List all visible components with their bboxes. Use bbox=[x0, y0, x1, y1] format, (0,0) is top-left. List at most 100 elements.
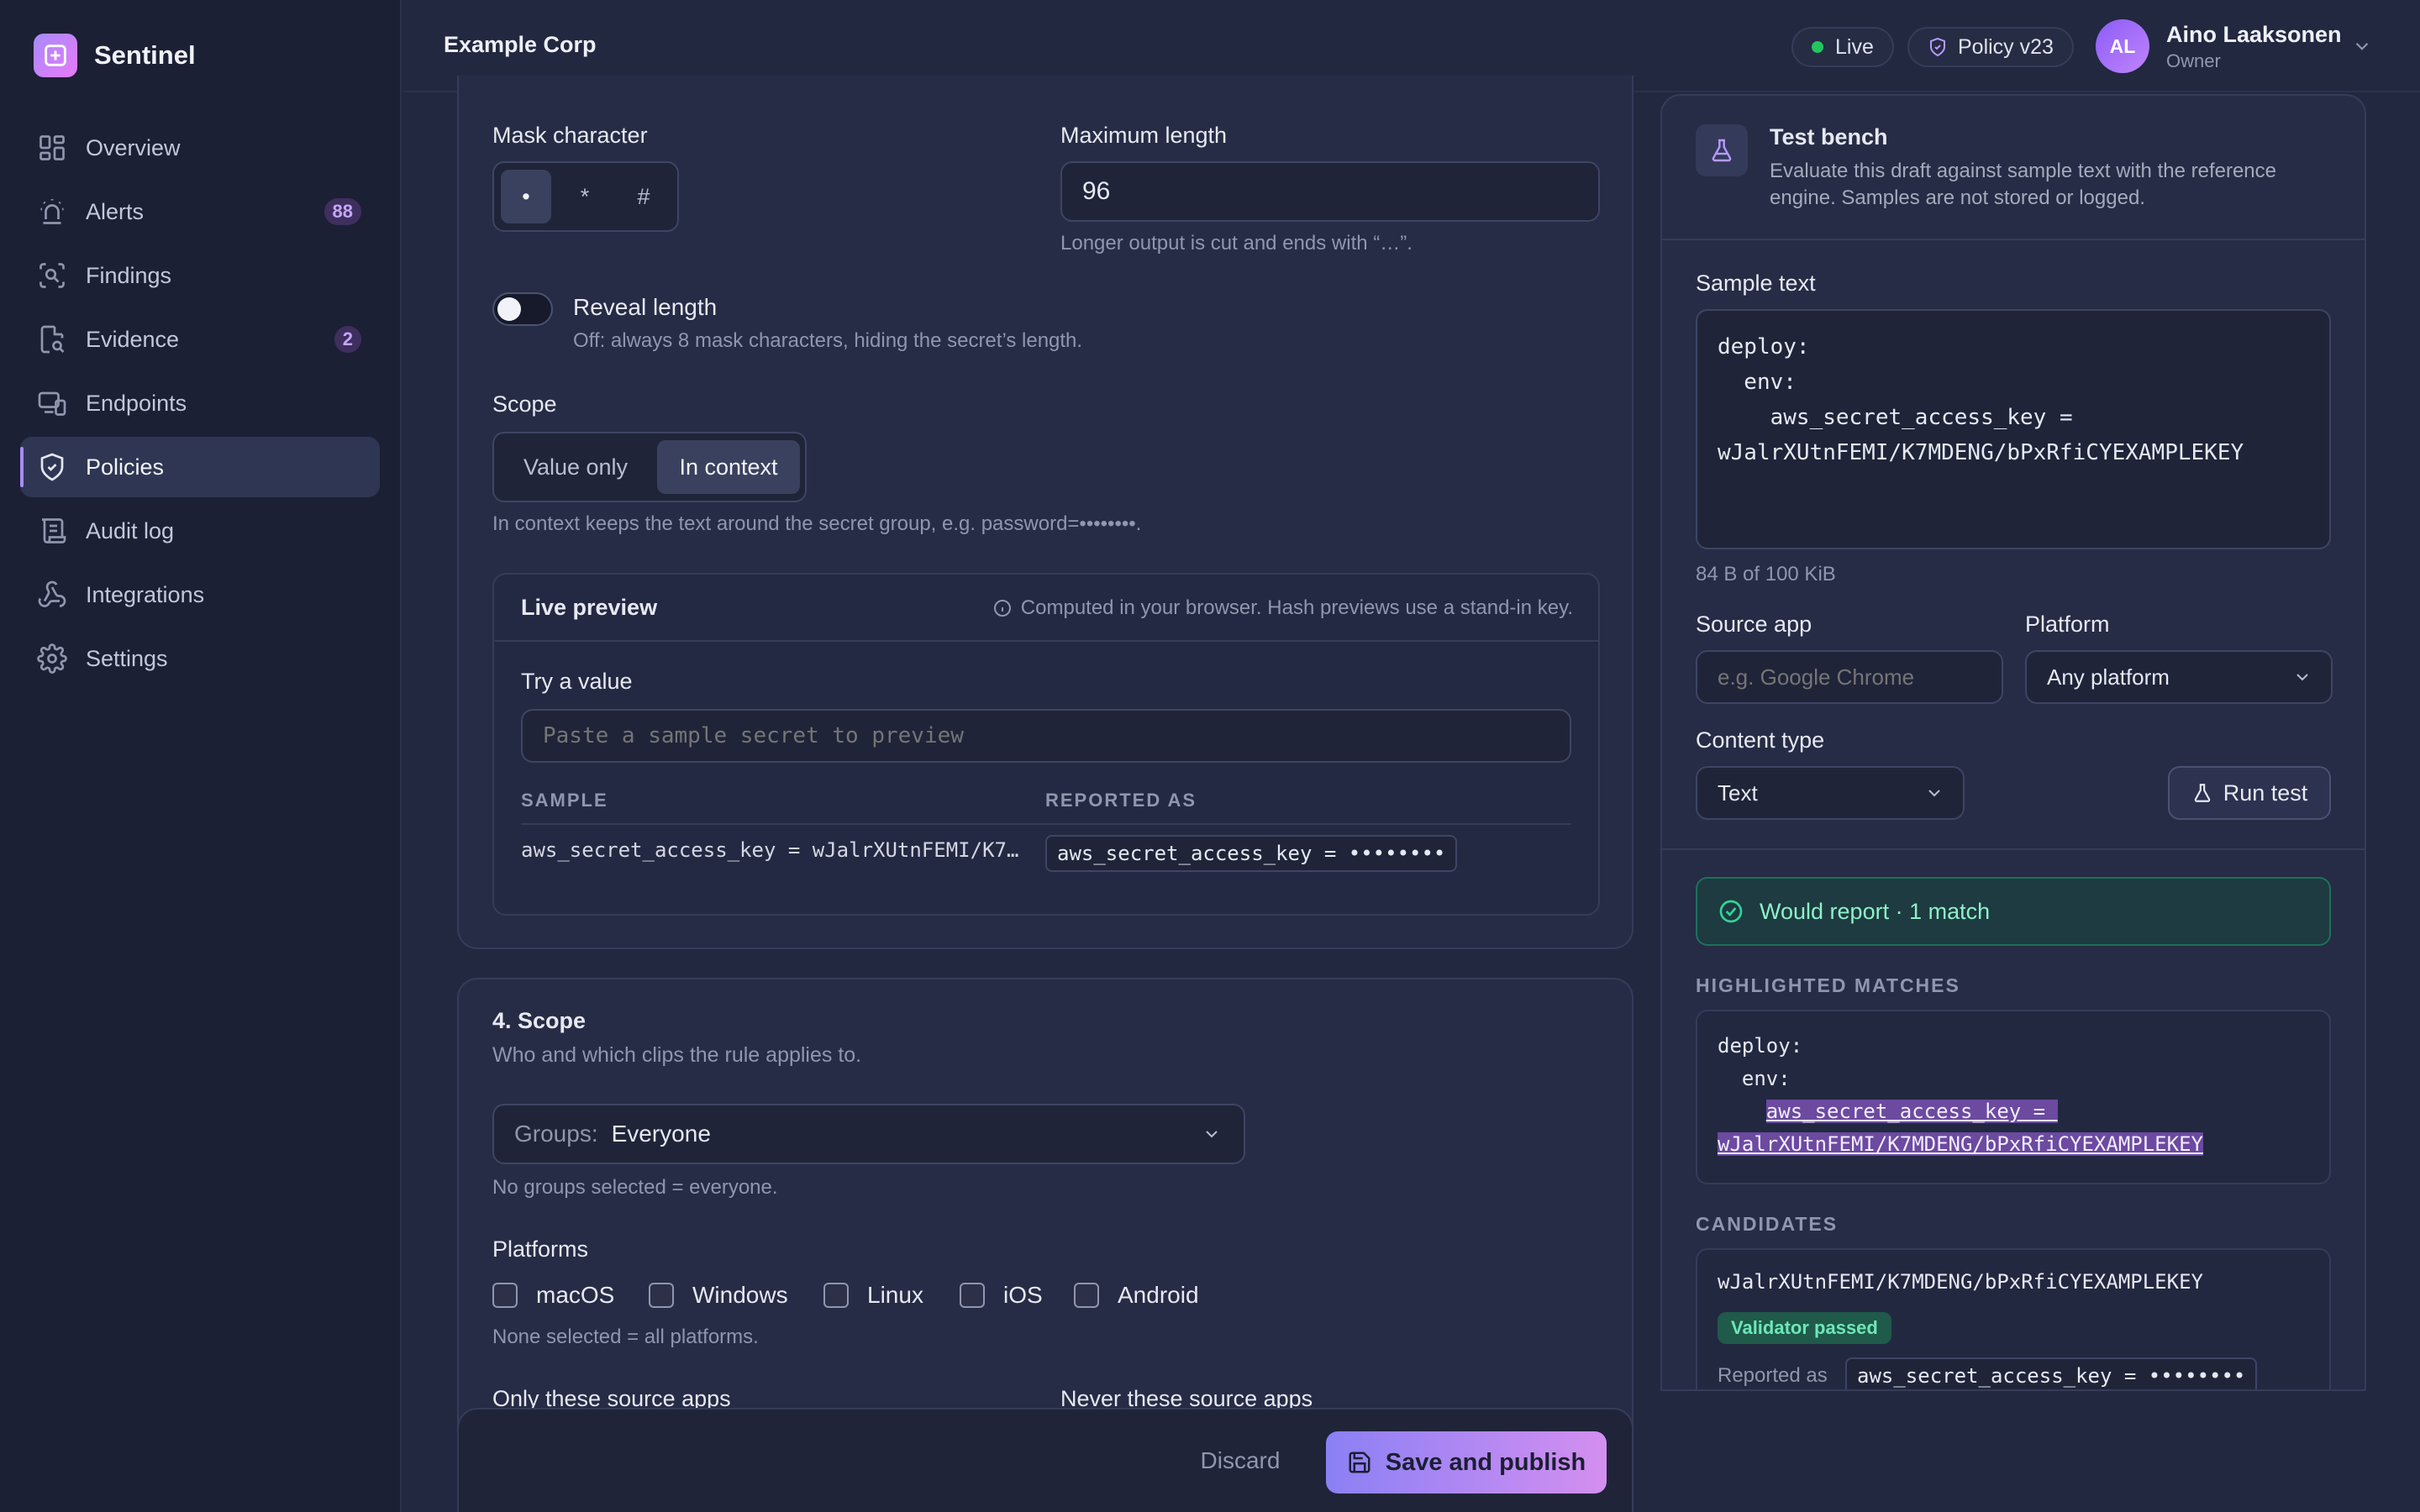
evidence-count-badge: 2 bbox=[334, 326, 361, 353]
sidebar-item-audit-log[interactable]: Audit log bbox=[20, 501, 380, 561]
shield-check-icon bbox=[1930, 37, 1945, 57]
publish-action-bar: Discard Save and publish bbox=[457, 1408, 1634, 1512]
sample-line: env: bbox=[1718, 370, 1797, 395]
platform-select[interactable]: Any platform bbox=[2025, 650, 2333, 704]
grid-icon bbox=[39, 135, 65, 160]
sidebar-item-label: Integrations bbox=[86, 581, 205, 607]
source-app-input[interactable] bbox=[1696, 650, 2003, 704]
chevron-down-icon bbox=[1928, 790, 1940, 797]
save-and-publish-button[interactable]: Save and publish bbox=[1326, 1431, 1607, 1494]
live-dot-icon bbox=[1812, 41, 1823, 53]
sidebar-item-label: Settings bbox=[86, 645, 168, 671]
sidebar-item-policies[interactable]: Policies bbox=[20, 437, 380, 497]
alerts-count-badge: 88 bbox=[324, 198, 361, 225]
save-icon bbox=[1349, 1452, 1370, 1473]
mask-character-label: Mask character bbox=[492, 123, 648, 148]
test-bench-panel: Test bench Evaluate this draft against s… bbox=[1660, 94, 2366, 1391]
sidebar-item-settings[interactable]: Settings bbox=[20, 628, 380, 689]
scope-selector: Value only In context bbox=[492, 432, 807, 502]
mask-option-hash[interactable]: # bbox=[618, 170, 669, 223]
platforms-help: None selected = all platforms. bbox=[492, 1326, 759, 1348]
content-type-select-value: Text bbox=[1718, 780, 1758, 806]
sample-size: 84 B of 100 KiB bbox=[1696, 563, 1836, 585]
candidate-value: wJalrXUtnFEMI/K7MDENG/bPxRfiCYEXAMPLEKEY bbox=[1718, 1270, 2203, 1294]
try-a-value-label: Try a value bbox=[521, 669, 633, 694]
organization-name: Example Corp bbox=[444, 32, 597, 57]
run-test-label: Run test bbox=[2223, 780, 2308, 806]
highlight-match: aws_secret_access_key = bbox=[1765, 1100, 2058, 1123]
divider bbox=[1662, 848, 2365, 850]
groups-select-label: Groups: bbox=[514, 1121, 598, 1147]
siren-icon bbox=[40, 199, 64, 224]
platform-checkbox-android[interactable] bbox=[1074, 1283, 1099, 1308]
sidebar-item-label: Audit log bbox=[86, 517, 175, 543]
platform-label-ios: iOS bbox=[1003, 1282, 1043, 1308]
check-circle-icon bbox=[1719, 900, 1743, 923]
flask-icon bbox=[1696, 124, 1748, 176]
user-name: Aino Laaksonen bbox=[2166, 22, 2342, 47]
shield-check-icon bbox=[40, 453, 64, 481]
live-preview-note: Computed in your browser. Hash previews … bbox=[992, 596, 1573, 620]
webhook-icon bbox=[38, 580, 66, 607]
content-type-select[interactable]: Text bbox=[1696, 766, 1965, 820]
platform-label-linux: Linux bbox=[867, 1282, 923, 1308]
scope-option-in-context[interactable]: In context bbox=[657, 440, 800, 494]
highlighted-matches-box: deploy: env: aws_secret_access_key = wJa… bbox=[1696, 1010, 2331, 1184]
test-result-text: Would report · 1 match bbox=[1760, 898, 1991, 924]
test-bench-description-line2: engine. Samples are not stored or logged… bbox=[1770, 186, 2145, 209]
scope-option-value-only[interactable]: Value only bbox=[501, 440, 650, 494]
mask-option-asterisk[interactable]: * bbox=[560, 170, 610, 223]
live-preview-title: Live preview bbox=[521, 595, 658, 620]
test-bench-title: Test bench bbox=[1770, 124, 1888, 150]
sample-text-area[interactable]: deploy: env: aws_secret_access_key = wJal… bbox=[1696, 309, 2331, 549]
sentinel-logo-icon bbox=[34, 34, 77, 77]
sidebar-item-integrations[interactable]: Integrations bbox=[20, 564, 380, 625]
highlight-line: env: bbox=[1718, 1067, 1791, 1090]
live-preview-note-text: Computed in your browser. Hash previews … bbox=[1020, 596, 1573, 619]
reported-as-value: aws_secret_access_key = •••••••• bbox=[1845, 1357, 2258, 1389]
groups-select-value: Everyone bbox=[611, 1121, 711, 1147]
try-a-value-input[interactable] bbox=[521, 709, 1571, 763]
platform-checkbox-ios[interactable] bbox=[960, 1283, 985, 1308]
platform-select-value: Any platform bbox=[2047, 664, 2170, 690]
policy-version-pill[interactable]: Policy v23 bbox=[1907, 27, 2074, 67]
maximum-length-input[interactable]: 96 bbox=[1060, 161, 1600, 222]
chevron-down-icon bbox=[1206, 1131, 1218, 1138]
source-app-label: Source app bbox=[1696, 612, 1812, 637]
divider bbox=[521, 823, 1571, 825]
groups-select[interactable]: Groups: Everyone bbox=[492, 1104, 1245, 1164]
platforms-label: Platforms bbox=[492, 1236, 589, 1262]
test-result-banner: Would report · 1 match bbox=[1696, 877, 2331, 946]
sidebar-item-evidence[interactable]: Evidence 2 bbox=[20, 309, 380, 370]
sample-line: deploy: bbox=[1718, 334, 1810, 360]
avatar[interactable]: AL bbox=[2096, 19, 2149, 73]
platform-checkbox-linux[interactable] bbox=[823, 1283, 849, 1308]
policy-version-label: Policy v23 bbox=[1958, 34, 2054, 59]
platform-label: Platform bbox=[2025, 612, 2110, 637]
sidebar-item-endpoints[interactable]: Endpoints bbox=[20, 373, 380, 433]
sidebar-item-findings[interactable]: Findings bbox=[20, 245, 380, 306]
preview-row-reported: aws_secret_access_key = •••••••• bbox=[1045, 835, 1458, 872]
devices-icon bbox=[38, 391, 66, 416]
sample-line: aws_secret_access_key = bbox=[1718, 405, 2073, 430]
sidebar-item-alerts[interactable]: Alerts 88 bbox=[20, 181, 380, 242]
gear-icon bbox=[37, 643, 67, 674]
chevron-down-icon[interactable] bbox=[2351, 35, 2373, 57]
highlight-match: wJalrXUtnFEMI/K7MDENG/bPxRfiCYEXAMPLEKEY bbox=[1718, 1132, 2203, 1156]
run-test-button[interactable]: Run test bbox=[2168, 766, 2331, 820]
mask-option-dot[interactable]: • bbox=[501, 170, 551, 223]
platform-checkbox-windows[interactable] bbox=[649, 1283, 674, 1308]
platform-checkbox-macos[interactable] bbox=[492, 1283, 518, 1308]
live-status-pill: Live bbox=[1791, 27, 1894, 67]
reveal-length-toggle[interactable] bbox=[492, 292, 553, 326]
preview-row-sample: aws_secret_access_key = wJalrXUtnFEMI/K7… bbox=[521, 838, 1019, 862]
sidebar-item-overview[interactable]: Overview bbox=[20, 118, 380, 178]
divider bbox=[494, 640, 1598, 642]
reported-as-label: Reported as bbox=[1718, 1364, 1828, 1387]
validator-status-badge: Validator passed bbox=[1718, 1312, 1891, 1344]
discard-button[interactable]: Discard bbox=[1181, 1431, 1299, 1490]
column-header-sample: SAMPLE bbox=[521, 790, 608, 811]
divider bbox=[1662, 239, 2365, 240]
highlighted-matches-title: HIGHLIGHTED MATCHES bbox=[1696, 974, 1960, 996]
platform-label-android: Android bbox=[1118, 1282, 1199, 1308]
